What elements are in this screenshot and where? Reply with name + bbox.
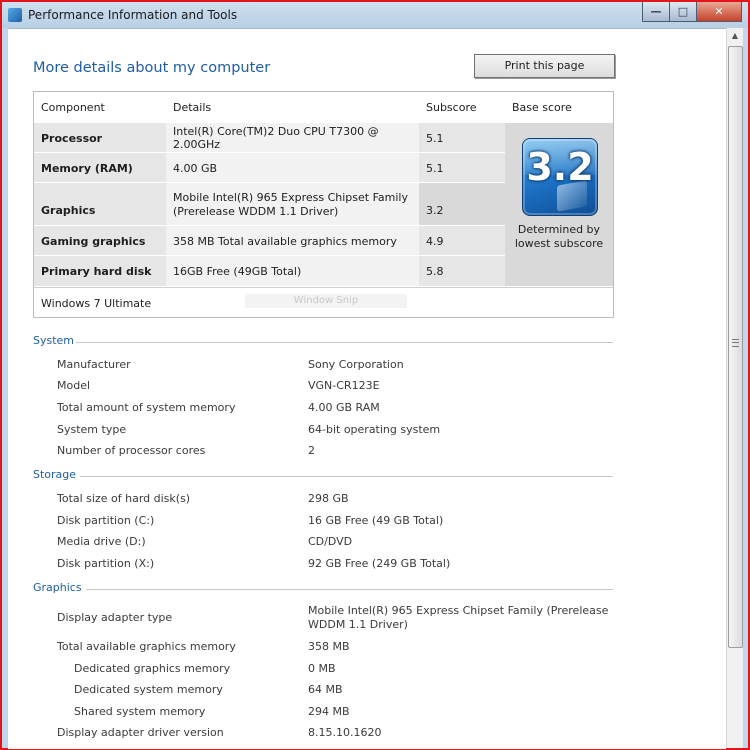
app-icon bbox=[8, 8, 22, 22]
grip-icon bbox=[732, 339, 739, 347]
column-header-details: Details bbox=[173, 100, 212, 114]
detail-value: 294 MB bbox=[308, 705, 350, 718]
detail-value: 92 GB Free (249 GB Total) bbox=[308, 557, 451, 570]
component-subscore: 4.9 bbox=[419, 226, 505, 256]
row-divider bbox=[34, 225, 505, 226]
vertical-scrollbar[interactable]: ▲ bbox=[726, 28, 743, 748]
row-divider bbox=[34, 182, 505, 183]
section-divider bbox=[86, 589, 613, 590]
section-heading-system: System bbox=[33, 334, 75, 347]
os-edition-row: Windows 7 Ultimate Window Snip bbox=[34, 287, 613, 318]
detail-label: Dedicated graphics memory bbox=[74, 662, 231, 675]
component-name: Gaming graphics bbox=[34, 226, 166, 256]
close-button[interactable]: ✕ bbox=[697, 2, 742, 22]
component-details: 4.00 GB bbox=[166, 153, 419, 183]
base-score-panel: 3.2 Determined by lowest subscore bbox=[505, 123, 613, 286]
value-line: WDDM 1.1 Driver) bbox=[308, 618, 408, 631]
scroll-thumb[interactable] bbox=[728, 46, 743, 648]
detail-value: Mobile Intel(R) 965 Express Chipset Fami… bbox=[308, 604, 608, 632]
component-details: 358 MB Total available graphics memory bbox=[166, 226, 419, 256]
detail-label: System type bbox=[57, 423, 127, 436]
detail-label: Model bbox=[57, 379, 91, 392]
detail-label: Display adapter type bbox=[57, 611, 173, 624]
detail-value: 64-bit operating system bbox=[308, 423, 441, 436]
row-divider bbox=[34, 255, 505, 256]
component-details: 16GB Free (49GB Total) bbox=[166, 256, 419, 286]
os-edition: Windows 7 Ultimate bbox=[41, 297, 152, 310]
scroll-up-arrow-icon[interactable]: ▲ bbox=[727, 28, 743, 44]
section-heading-storage: Storage bbox=[33, 468, 77, 481]
detail-value: 8.15.10.1620 bbox=[308, 726, 382, 739]
page-title: More details about my computer bbox=[33, 60, 271, 76]
print-page-button[interactable]: Print this page bbox=[474, 54, 615, 78]
window-controls: — □ ✕ bbox=[642, 2, 742, 22]
details-line: (Prerelease WDDM 1.1 Driver) bbox=[173, 204, 339, 218]
detail-value: 358 MB bbox=[308, 640, 350, 653]
detail-label: Display adapter driver version bbox=[57, 726, 224, 739]
minimize-button[interactable]: — bbox=[642, 2, 670, 22]
detail-label: Dedicated system memory bbox=[74, 683, 223, 696]
window-title: Performance Information and Tools bbox=[28, 8, 238, 22]
value-line: Mobile Intel(R) 965 Express Chipset Fami… bbox=[308, 604, 609, 617]
detail-value: VGN-CR123E bbox=[308, 379, 380, 392]
base-score-value: 3.2 bbox=[526, 145, 594, 189]
score-table: Component Details Subscore Base score Pr… bbox=[33, 91, 614, 318]
detail-value: 64 MB bbox=[308, 683, 343, 696]
component-name: Memory (RAM) bbox=[34, 153, 166, 183]
detail-value: 0 MB bbox=[308, 662, 336, 675]
component-details: Intel(R) Core(TM)2 Duo CPU T7300 @ 2.00G… bbox=[166, 123, 419, 153]
component-name: Processor bbox=[34, 123, 166, 153]
detail-value: 2 bbox=[308, 444, 315, 457]
column-header-subscore: Subscore bbox=[426, 100, 477, 114]
maximize-button[interactable]: □ bbox=[670, 2, 697, 22]
detail-label: Number of processor cores bbox=[57, 444, 206, 457]
component-subscore: 5.8 bbox=[419, 256, 505, 286]
window-snip-ghost: Window Snip bbox=[245, 294, 407, 308]
detail-label: Media drive (D:) bbox=[57, 535, 146, 548]
caption-line: Determined by bbox=[517, 223, 601, 236]
component-subscore: 3.2 bbox=[419, 183, 505, 226]
detail-label: Disk partition (X:) bbox=[57, 557, 155, 570]
detail-value: 4.00 GB RAM bbox=[308, 401, 380, 414]
section-divider bbox=[76, 342, 613, 343]
caption-line: lowest subscore bbox=[514, 237, 604, 250]
detail-label: Total amount of system memory bbox=[57, 401, 236, 414]
detail-value: 298 GB bbox=[308, 492, 349, 505]
section-divider bbox=[80, 476, 613, 477]
section-heading-graphics: Graphics bbox=[33, 581, 82, 594]
column-header-component: Component bbox=[41, 100, 105, 114]
detail-value: Sony Corporation bbox=[308, 358, 404, 371]
details-line: Mobile Intel(R) 965 Express Chipset Fami… bbox=[173, 190, 408, 204]
detail-label: Total available graphics memory bbox=[57, 640, 236, 653]
detail-label: Manufacturer bbox=[57, 358, 131, 371]
base-score-caption: Determined by lowest subscore bbox=[505, 223, 613, 251]
detail-label: Disk partition (C:) bbox=[57, 514, 155, 527]
component-subscore: 5.1 bbox=[419, 123, 505, 153]
detail-label: Total size of hard disk(s) bbox=[57, 492, 191, 505]
windows-score-badge-icon: 3.2 bbox=[522, 138, 598, 216]
component-name: Graphics bbox=[34, 183, 166, 226]
component-name: Primary hard disk bbox=[34, 256, 166, 286]
detail-value: 16 GB Free (49 GB Total) bbox=[308, 514, 444, 527]
title-bar[interactable]: Performance Information and Tools — □ ✕ bbox=[2, 2, 748, 28]
column-header-base-score: Base score bbox=[512, 100, 572, 114]
detail-label: Shared system memory bbox=[74, 705, 206, 718]
score-table-header: Component Details Subscore Base score bbox=[34, 92, 613, 122]
component-subscore: 5.1 bbox=[419, 153, 505, 183]
row-divider bbox=[34, 152, 505, 153]
component-details: Mobile Intel(R) 965 Express Chipset Fami… bbox=[166, 183, 419, 226]
detail-value: CD/DVD bbox=[308, 535, 353, 548]
